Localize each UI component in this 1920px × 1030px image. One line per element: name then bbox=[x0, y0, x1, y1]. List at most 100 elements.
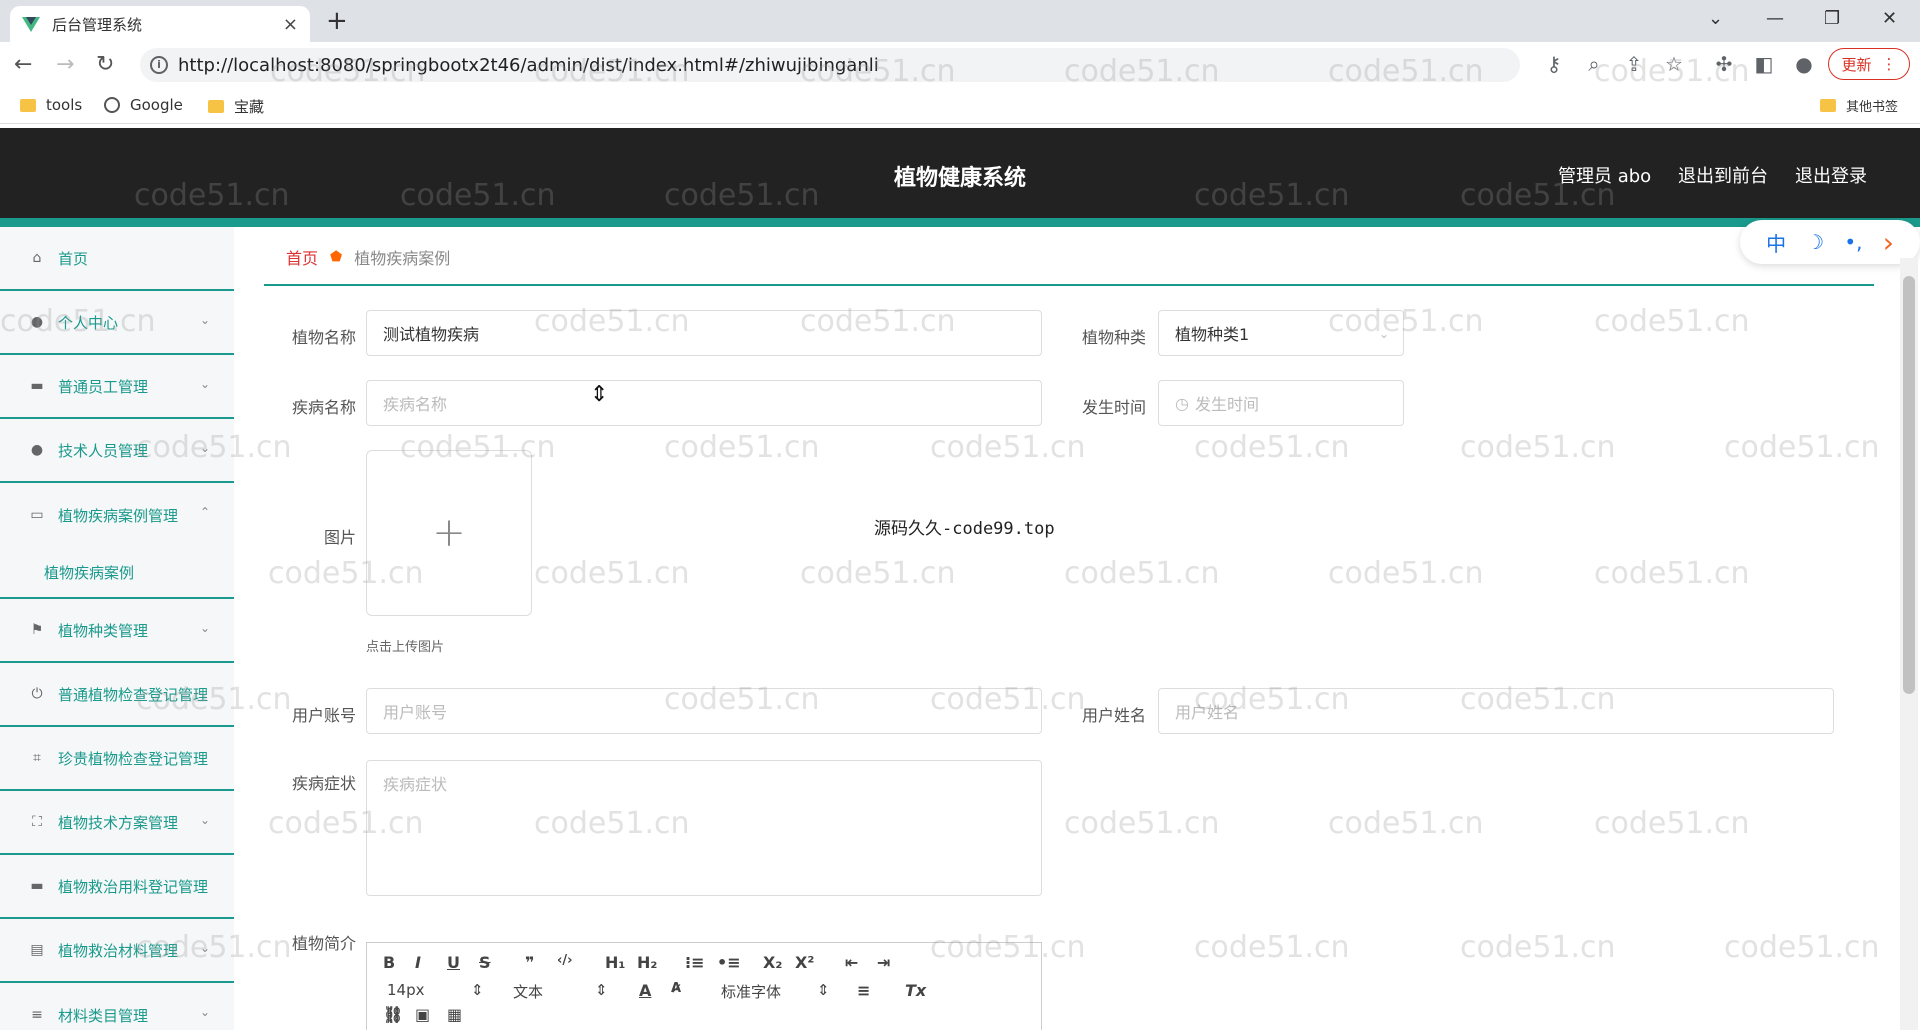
disease-name-input[interactable]: 疾病名称 bbox=[366, 380, 1042, 426]
address-bar[interactable]: i http://localhost:8080/springbootx2t46/… bbox=[140, 48, 1520, 82]
chevron-right-icon[interactable]: › bbox=[1883, 226, 1894, 259]
reload-icon[interactable]: ↻ bbox=[96, 52, 114, 78]
clock-icon: ◷ bbox=[1175, 393, 1189, 413]
sidebar-item-treatment-materials[interactable]: ▤ 植物救治材料管理 ⌄ bbox=[0, 919, 234, 983]
sidebar-item-technician[interactable]: ● 技术人员管理 ⌄ bbox=[0, 419, 234, 483]
back-icon[interactable]: ← bbox=[14, 52, 32, 78]
sidebar-item-material-categories[interactable]: ≡ 材料类目管理 ⌄ bbox=[0, 983, 234, 1030]
sidebar-item-label: 植物救治材料管理 bbox=[58, 941, 179, 960]
font-size-select[interactable]: 14px bbox=[387, 981, 425, 999]
sidebar-item-label: 普通员工管理 bbox=[58, 377, 149, 396]
italic-icon[interactable]: I bbox=[415, 953, 421, 972]
extensions-icon[interactable]: ✣ bbox=[1712, 52, 1736, 76]
back-to-front-link[interactable]: 退出到前台 bbox=[1678, 162, 1768, 188]
symptom-textarea[interactable]: 疾病症状 bbox=[366, 760, 1042, 896]
font-family-select[interactable]: 标准字体 bbox=[721, 981, 781, 1002]
code-icon[interactable]: ‹/› bbox=[557, 953, 572, 968]
outdent-icon[interactable]: ⇤ bbox=[845, 953, 858, 972]
restore-button[interactable]: ❐ bbox=[1824, 6, 1840, 32]
sidebar-item-disease-cases[interactable]: ▭ 植物疾病案例管理 ⌃ bbox=[0, 483, 234, 547]
minimize-button[interactable]: — bbox=[1766, 6, 1784, 32]
h2-icon[interactable]: H₂ bbox=[637, 953, 657, 972]
chevron-down-icon: ⌄ bbox=[199, 1005, 210, 1019]
sidebar-item-treatment-usage[interactable]: ▬ 植物救治用料登记管理 bbox=[0, 855, 234, 919]
sidebar-item-common-check[interactable]: ⏻ 普通植物检查登记管理 bbox=[0, 663, 234, 727]
monitor-icon: ▬ bbox=[30, 878, 44, 894]
scroll-thumb[interactable] bbox=[1903, 276, 1915, 694]
h1-icon[interactable]: H₁ bbox=[605, 953, 625, 972]
bookmark-label: 宝藏 bbox=[234, 98, 265, 116]
sidebar-item-plant-types[interactable]: ⚑ 植物种类管理 ⌄ bbox=[0, 599, 234, 663]
browser-tab[interactable]: 后台管理系统 × bbox=[10, 6, 310, 42]
share-icon[interactable]: ⇪ bbox=[1622, 52, 1646, 76]
moon-icon[interactable]: ☽ bbox=[1806, 230, 1824, 254]
ordered-list-icon[interactable]: ⁝≡ bbox=[685, 953, 704, 972]
tab-close-icon[interactable]: × bbox=[283, 14, 298, 35]
sidebar-subitem-disease-case[interactable]: 植物疾病案例 bbox=[0, 547, 234, 599]
rich-text-editor[interactable]: B I U S ❞ ‹/› H₁ H₂ ⁝≡ •≡ X₂ X² ⇤ ⇥ 14px… bbox=[366, 942, 1042, 1030]
strike-icon[interactable]: S bbox=[479, 953, 491, 972]
bookmark-tools[interactable]: tools bbox=[20, 96, 82, 114]
align-icon[interactable]: ≡ bbox=[857, 981, 870, 1000]
bookmark-treasure[interactable]: 宝藏 bbox=[208, 96, 264, 117]
watermark: code51.cn bbox=[1064, 556, 1220, 591]
zoom-icon[interactable]: ⌕ bbox=[1582, 52, 1606, 76]
blockquote-icon[interactable]: ❞ bbox=[525, 953, 534, 972]
watermark: code51.cn bbox=[534, 556, 690, 591]
breadcrumb-home[interactable]: 首页 bbox=[286, 245, 318, 269]
update-button[interactable]: 更新 ⋮ bbox=[1828, 48, 1910, 80]
subscript-icon[interactable]: X₂ bbox=[763, 953, 782, 972]
occur-time-picker[interactable]: ◷ 发生时间 bbox=[1158, 380, 1404, 426]
tab-search-icon[interactable]: ⌄ bbox=[1708, 6, 1723, 32]
image-icon[interactable]: ▣ bbox=[415, 1005, 430, 1024]
language-toggle[interactable]: 中 bbox=[1766, 228, 1786, 257]
bookmark-google[interactable]: Google bbox=[104, 96, 183, 114]
site-info-icon[interactable]: i bbox=[150, 56, 168, 74]
user-name-input[interactable]: 用户姓名 bbox=[1158, 688, 1834, 734]
background-color-icon[interactable]: A̷ bbox=[671, 981, 681, 996]
font-color-icon[interactable]: A bbox=[639, 981, 651, 1000]
side-panel-icon[interactable]: ◧ bbox=[1752, 52, 1776, 76]
flag-icon: ⚑ bbox=[30, 622, 44, 638]
profile-icon[interactable]: ● bbox=[1792, 52, 1816, 76]
text-style-select[interactable]: 文本 bbox=[513, 981, 543, 1002]
new-tab-button[interactable]: + bbox=[326, 6, 348, 36]
bullet-list-icon[interactable]: •≡ bbox=[717, 953, 741, 972]
close-window-button[interactable]: ✕ bbox=[1882, 6, 1897, 32]
bold-icon[interactable]: B bbox=[383, 953, 395, 972]
page-scrollbar[interactable] bbox=[1900, 258, 1918, 1030]
clear-format-icon[interactable]: Tx bbox=[905, 981, 926, 1000]
sidebar-item-tech-plans[interactable]: ⛶ 植物技术方案管理 ⌄ bbox=[0, 791, 234, 855]
bookmark-star-icon[interactable]: ☆ bbox=[1662, 52, 1686, 76]
disease-name-label: 疾病名称 bbox=[291, 398, 356, 417]
occur-time-label: 发生时间 bbox=[1081, 398, 1146, 417]
sidebar-item-staff[interactable]: ▬ 普通员工管理 ⌄ bbox=[0, 355, 234, 419]
overlay-text: 源码久久-code99.top bbox=[874, 519, 1055, 539]
plant-name-value: 测试植物疾病 bbox=[383, 325, 480, 344]
watermark: code51.cn bbox=[1594, 304, 1750, 339]
plant-name-input[interactable]: 测试植物疾病 bbox=[366, 310, 1042, 356]
underline-icon[interactable]: U bbox=[447, 953, 460, 972]
sidebar-item-label: 植物救治用料登记管理 bbox=[58, 877, 209, 896]
sidebar-item-personal[interactable]: ● 个人中心 ⌄ bbox=[0, 291, 234, 355]
sidebar: ⌂ 首页 ● 个人中心 ⌄ ▬ 普通员工管理 ⌄ ● 技术人员管理 ⌄ ▭ 植物… bbox=[0, 227, 234, 1030]
breadcrumb-separator-icon: ⬟ bbox=[330, 249, 343, 265]
watermark: code51.cn bbox=[1460, 430, 1616, 465]
watermark: code51.cn bbox=[1594, 806, 1750, 841]
password-key-icon[interactable]: ⚷ bbox=[1542, 52, 1566, 76]
forward-icon[interactable]: → bbox=[56, 52, 74, 78]
sidebar-item-rare-check[interactable]: ⌗ 珍贵植物检查登记管理 bbox=[0, 727, 234, 791]
superscript-icon[interactable]: X² bbox=[795, 953, 814, 972]
other-bookmarks[interactable]: 其他书签 bbox=[1820, 96, 1898, 115]
link-icon[interactable]: ⛓ bbox=[383, 1005, 403, 1024]
logout-link[interactable]: 退出登录 bbox=[1795, 162, 1867, 188]
image-upload[interactable]: + bbox=[366, 450, 532, 616]
sidebar-item-home[interactable]: ⌂ 首页 bbox=[0, 227, 234, 291]
url-text: http://localhost:8080/springbootx2t46/ad… bbox=[178, 54, 879, 76]
punctuation-icon[interactable]: •, bbox=[1844, 230, 1862, 254]
user-account-input[interactable]: 用户账号 bbox=[366, 688, 1042, 734]
plus-icon: + bbox=[432, 510, 466, 556]
video-icon[interactable]: ▦ bbox=[447, 1005, 462, 1024]
plant-type-select[interactable]: 植物种类1 ⌄ bbox=[1158, 310, 1404, 356]
indent-icon[interactable]: ⇥ bbox=[877, 953, 890, 972]
